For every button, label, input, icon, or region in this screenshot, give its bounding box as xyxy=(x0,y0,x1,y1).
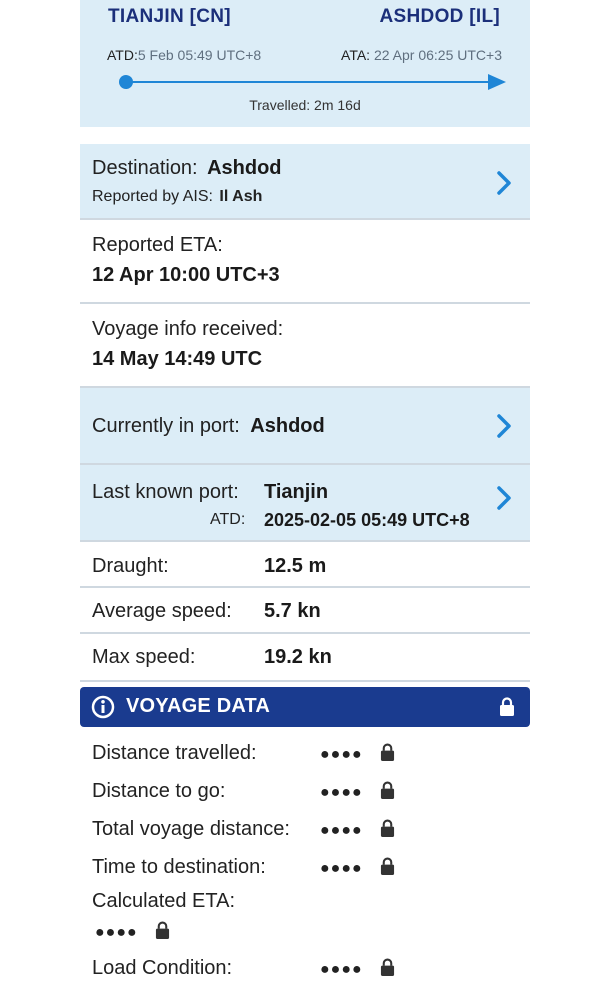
lock-icon[interactable] xyxy=(380,958,395,982)
voyage-info-row: Voyage info received: 14 May 14:49 UTC xyxy=(80,304,530,388)
lock-icon xyxy=(500,697,514,716)
arrow-right-icon xyxy=(488,74,506,90)
last-port-label: Last known port: xyxy=(92,481,239,503)
masked-value: ●●●● xyxy=(320,746,363,763)
arrival-port: ASHDOD [IL] xyxy=(379,6,500,27)
lock-icon[interactable] xyxy=(380,857,395,881)
stat-value: 19.2 kn xyxy=(264,646,332,668)
route-panel: TIANJIN [CN] ASHDOD [IL] ATD:5 Feb 05:49… xyxy=(80,0,530,127)
destination-row[interactable]: Destination: Ashdod Reported by AIS: Il … xyxy=(80,144,530,220)
last-port-row[interactable]: Last known port: Tianjin ATD: 2025-02-05… xyxy=(80,465,530,542)
reported-eta-label: Reported ETA: xyxy=(92,234,223,256)
draught-row: Draught: 12.5 m xyxy=(80,542,530,588)
masked-value: ●●●● xyxy=(95,924,138,941)
masked-value: ●●●● xyxy=(320,822,363,839)
voyage-data-label: Distance to go: xyxy=(92,780,226,802)
stat-value: 5.7 kn xyxy=(264,600,321,622)
reported-eta-value: 12 Apr 10:00 UTC+3 xyxy=(92,264,280,286)
lock-icon[interactable] xyxy=(155,921,170,945)
stat-label: Draught: xyxy=(92,555,169,577)
destination-label: Destination: xyxy=(92,157,198,179)
current-port-row[interactable]: Currently in port: Ashdod xyxy=(80,388,530,465)
atd-time: ATD:5 Feb 05:49 UTC+8 xyxy=(107,47,262,63)
chevron-right-icon[interactable] xyxy=(496,485,512,511)
voyage-data-label: Distance travelled: xyxy=(92,742,257,764)
stat-label: Average speed: xyxy=(92,600,232,622)
lock-icon[interactable] xyxy=(380,743,395,767)
stat-label: Max speed: xyxy=(92,646,196,668)
travelled-duration: Travelled: 2m 16d xyxy=(249,97,361,113)
voyage-data-label: Load Condition: xyxy=(92,957,233,979)
voyage-data-label: Time to destination: xyxy=(92,856,266,878)
current-port-label: Currently in port: xyxy=(92,415,240,437)
info-icon xyxy=(91,695,115,719)
current-port-value: Ashdod xyxy=(250,415,325,437)
voyage-info-value: 14 May 14:49 UTC xyxy=(92,348,263,370)
destination-value: Ashdod xyxy=(207,157,282,179)
chevron-right-icon[interactable] xyxy=(496,413,512,439)
reported-by-label: Reported by AIS: xyxy=(92,188,213,205)
voyage-data-label: Total voyage distance: xyxy=(92,818,290,840)
masked-value: ●●●● xyxy=(320,860,363,877)
departure-port: TIANJIN [CN] xyxy=(108,6,231,27)
voyage-data-header[interactable]: VOYAGE DATA xyxy=(80,687,530,727)
ata-time: ATA: 22 Apr 06:25 UTC+3 xyxy=(341,47,502,63)
voyage-data-title: VOYAGE DATA xyxy=(126,695,271,717)
lock-icon[interactable] xyxy=(380,781,395,805)
average-speed-row: Average speed: 5.7 kn xyxy=(80,588,530,634)
masked-value: ●●●● xyxy=(320,961,363,978)
reported-eta-row: Reported ETA: 12 Apr 10:00 UTC+3 xyxy=(80,220,530,304)
voyage-data-label: Calculated ETA: xyxy=(92,890,236,912)
lock-icon[interactable] xyxy=(380,819,395,843)
max-speed-row: Max speed: 19.2 kn xyxy=(80,634,530,682)
chevron-right-icon[interactable] xyxy=(496,170,512,196)
last-port-atd-label: ATD: xyxy=(210,511,246,528)
masked-value: ●●●● xyxy=(320,784,363,801)
voyage-info-label: Voyage info received: xyxy=(92,318,284,340)
route-track-line xyxy=(126,81,492,83)
last-port-atd-value: 2025-02-05 05:49 UTC+8 xyxy=(264,510,470,530)
stat-value: 12.5 m xyxy=(264,555,327,577)
reported-by-value: Il Ash xyxy=(219,188,263,205)
last-port-value: Tianjin xyxy=(264,481,329,503)
